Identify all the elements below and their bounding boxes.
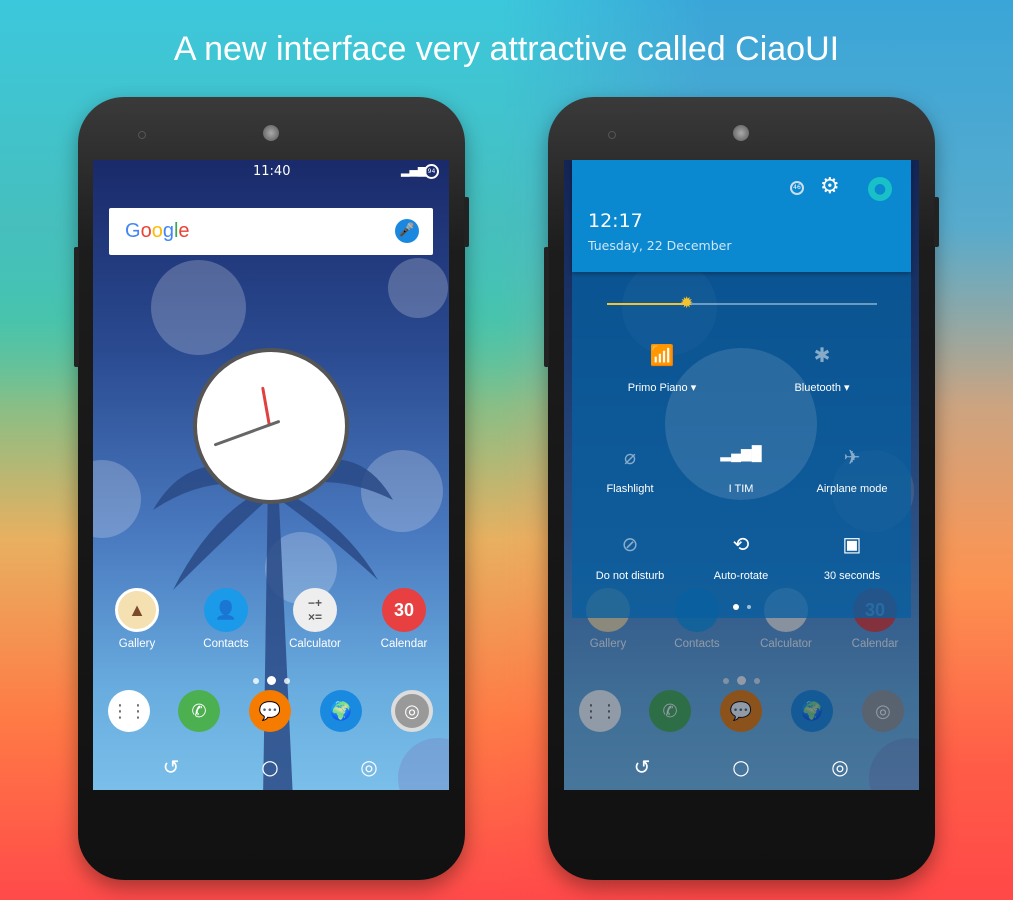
dropdown-icon[interactable]: ▾ — [844, 382, 850, 394]
brightness-thumb-icon[interactable]: ✹ — [680, 295, 693, 311]
tile-label: Flashlight — [606, 483, 654, 495]
tile-flashlight[interactable]: ⌀ Flashlight — [575, 445, 685, 495]
tile-bluetooth[interactable]: ✱ Bluetooth ▾ — [767, 343, 877, 394]
settings-gear-icon[interactable]: ⚙ — [820, 174, 840, 199]
qs-page-indicator — [572, 596, 911, 615]
quick-settings-screen: Gallery Contacts Calculator 30Calendar ⋮… — [564, 160, 919, 790]
minute-hand — [261, 386, 271, 427]
recents-button[interactable]: ◎ — [357, 755, 381, 779]
brightness-fill — [607, 303, 688, 305]
tile-label: I TIM — [728, 483, 754, 495]
bluetooth-off-icon: ✱ — [813, 345, 831, 367]
earpiece — [733, 125, 749, 141]
tile-label: Auto-rotate — [713, 570, 769, 582]
volume-button — [544, 247, 549, 367]
tile-mobile-data[interactable]: ▂▄▆█ I TIM — [686, 445, 796, 495]
hour-hand — [213, 419, 281, 447]
wifi-icon: 📶 — [649, 345, 675, 367]
tile-label: Bluetooth — [794, 382, 841, 394]
tile-label: Do not disturb — [595, 570, 665, 582]
mic-icon[interactable]: 🎤 — [395, 219, 419, 243]
app-calendar[interactable]: 30 Calendar — [369, 588, 439, 650]
phone-home: 11:40 ▂▄▆ 94 Google 🎤 ▲ Gallery 👤 Contacts… — [74, 97, 469, 880]
app-label: Calculator — [289, 638, 341, 650]
page-indicator — [93, 670, 449, 689]
contacts-icon: 👤 — [204, 588, 248, 632]
app-calculator[interactable]: −+ ×= Calculator — [280, 588, 350, 650]
status-bar: 11:40 ▂▄▆ 94 — [93, 160, 449, 184]
app-label: Gallery — [118, 638, 156, 650]
airplane-icon: ✈ — [843, 447, 861, 469]
calculator-icon: −+ ×= — [293, 588, 337, 632]
panel-header: 46 ⚙ ● 12:17 Tuesday, 22 December — [572, 160, 911, 272]
recents-button[interactable]: ◎ — [828, 755, 852, 779]
volume-button — [74, 247, 79, 367]
dropdown-icon[interactable]: ▾ — [691, 382, 697, 394]
tile-screen-timeout[interactable]: ▣ 30 seconds — [797, 532, 907, 582]
app-drawer-icon[interactable]: ⋮⋮ — [108, 690, 150, 732]
app-label: Calendar — [380, 638, 428, 650]
calendar-icon: 30 — [382, 588, 426, 632]
analog-clock-widget — [193, 348, 349, 504]
browser-icon[interactable]: 🌍 — [320, 690, 362, 732]
signal-icon: ▂▄▆█ — [720, 445, 762, 461]
messaging-icon[interactable]: 💬 — [249, 690, 291, 732]
battery-icon: 46 — [790, 181, 804, 195]
back-button[interactable]: ↺ — [630, 755, 654, 779]
user-avatar-icon[interactable]: ● — [868, 177, 892, 201]
tile-label: 30 seconds — [823, 570, 881, 582]
home-screen: 11:40 ▂▄▆ 94 Google 🎤 ▲ Gallery 👤 Contacts… — [93, 160, 449, 790]
brightness-slider[interactable]: ✹ — [607, 295, 877, 311]
earpiece — [263, 125, 279, 141]
quick-settings-panel: 46 ⚙ ● 12:17 Tuesday, 22 December ✹ 📶 Pri… — [572, 160, 911, 618]
signal-icon: ▂▄▆ — [401, 164, 427, 177]
flashlight-off-icon: ⌀ — [623, 447, 637, 469]
tile-do-not-disturb[interactable]: ⊘ Do not disturb — [575, 532, 685, 582]
app-gallery[interactable]: ▲ Gallery — [102, 588, 172, 650]
home-button[interactable]: ○ — [729, 755, 753, 779]
rotate-icon: ⟲ — [732, 534, 750, 556]
front-camera — [608, 131, 616, 139]
google-logo: Google — [125, 220, 190, 242]
phone-quick-settings: Gallery Contacts Calculator 30Calendar ⋮… — [544, 97, 939, 880]
dnd-off-icon: ⊘ — [621, 534, 639, 556]
status-time: 11:40 — [253, 164, 291, 179]
back-button[interactable]: ↺ — [159, 755, 183, 779]
screen-timeout-icon: ▣ — [842, 534, 862, 556]
home-button[interactable]: ○ — [258, 755, 282, 779]
headline: A new interface very attractive called C… — [173, 30, 840, 68]
phone-icon[interactable]: ✆ — [178, 690, 220, 732]
app-contacts[interactable]: 👤 Contacts — [191, 588, 261, 650]
camera-icon[interactable]: ◎ — [391, 690, 433, 732]
tile-wifi[interactable]: 📶 Primo Piano ▾ — [607, 343, 717, 394]
front-camera — [138, 131, 146, 139]
tile-label: Primo Piano — [627, 382, 688, 394]
google-search-bar[interactable]: Google 🎤 — [109, 208, 433, 255]
panel-date: Tuesday, 22 December — [588, 238, 732, 253]
app-label: Contacts — [203, 638, 249, 650]
power-button — [464, 197, 469, 247]
tile-auto-rotate[interactable]: ⟲ Auto-rotate — [686, 532, 796, 582]
tile-airplane[interactable]: ✈ Airplane mode — [797, 445, 907, 495]
gallery-icon: ▲ — [115, 588, 159, 632]
panel-time: 12:17 — [588, 210, 643, 232]
battery-icon: 94 — [424, 164, 439, 179]
power-button — [934, 197, 939, 247]
tile-label: Airplane mode — [816, 483, 888, 495]
